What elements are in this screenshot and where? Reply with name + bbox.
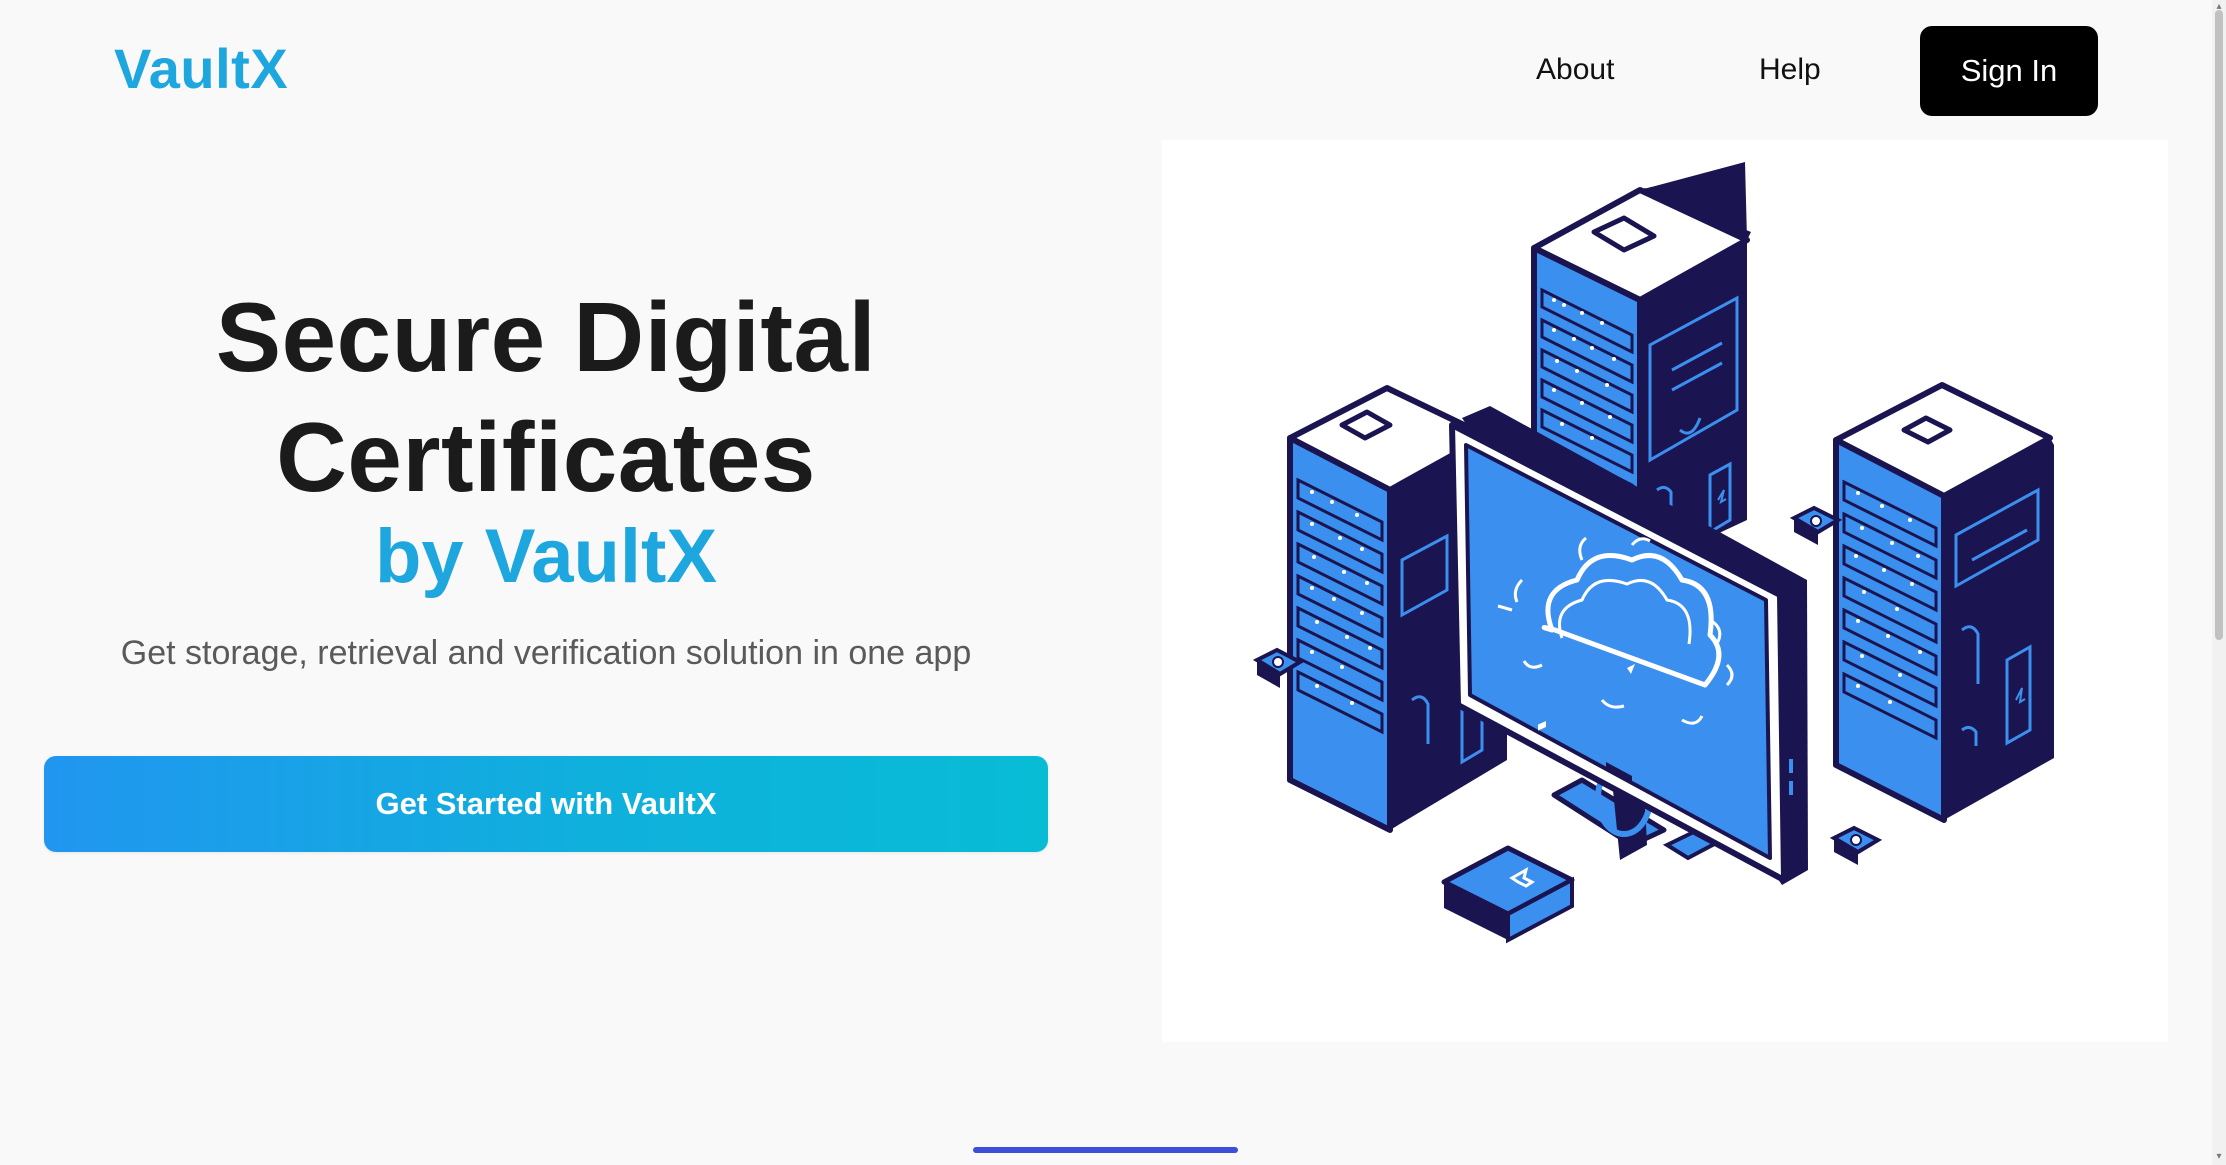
hero-brand-line: by VaultX — [374, 514, 718, 599]
hero-title-line-1: Secure Digital — [215, 282, 877, 392]
page-scrollbar[interactable]: ▴ ▾ — [2212, 0, 2226, 1165]
hero-description: Get storage, retrieval and verification … — [120, 634, 972, 672]
hero-illustration — [1162, 140, 2168, 1042]
top-navbar: VaultX About Help Sign In — [0, 0, 2214, 134]
scrollbar-thumb[interactable] — [2215, 10, 2223, 640]
get-started-button[interactable]: Get Started with VaultX — [44, 756, 1048, 852]
nav-link-about[interactable]: About — [1536, 50, 1614, 90]
server-tower-right-icon — [1789, 382, 2054, 865]
servers-cloud-illustration — [1252, 162, 2054, 944]
scroll-down-icon[interactable]: ▾ — [2214, 1152, 2224, 1162]
carousel-indicator[interactable] — [973, 1147, 1238, 1153]
hero-title-line-2: Certificates — [276, 402, 816, 512]
sign-in-button[interactable]: Sign In — [1920, 26, 2098, 116]
nav-link-help[interactable]: Help — [1759, 50, 1821, 90]
brand-logo[interactable]: VaultX — [114, 34, 288, 104]
